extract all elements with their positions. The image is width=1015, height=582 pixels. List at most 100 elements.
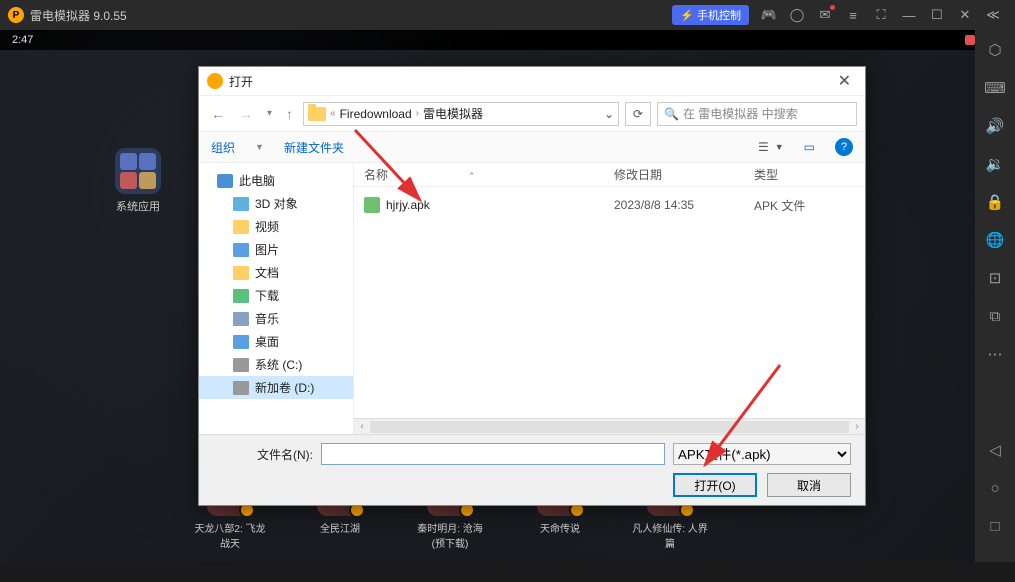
tree-label: 此电脑 bbox=[239, 172, 275, 189]
tree-node-4[interactable]: 文档 bbox=[199, 261, 353, 284]
green-icon bbox=[233, 289, 249, 303]
app-title: 雷电模拟器 9.0.55 bbox=[30, 7, 672, 24]
minimize-button[interactable]: — bbox=[895, 1, 923, 29]
nav-up-button[interactable]: ↑ bbox=[282, 106, 297, 122]
tree-node-3[interactable]: 图片 bbox=[199, 238, 353, 261]
col-date[interactable]: 修改日期 bbox=[614, 168, 662, 182]
disk-icon bbox=[233, 358, 249, 372]
cube-icon bbox=[233, 197, 249, 211]
scroll-right-icon[interactable]: › bbox=[849, 421, 865, 432]
user-icon[interactable]: ◯ bbox=[783, 1, 811, 29]
new-folder-button[interactable]: 新建文件夹 bbox=[284, 139, 344, 156]
tree-node-2[interactable]: 视频 bbox=[199, 215, 353, 238]
filename-input[interactable] bbox=[321, 443, 665, 465]
app-titlebar: P 雷电模拟器 9.0.55 ⚡ 手机控制 🎮 ◯ ✉ ≡ ⛶ — ☐ ✕ ≪ bbox=[0, 0, 1015, 30]
emulator-sidebar: ⬡ ⌨ 🔊 🔉 🔒 🌐 ⊡ ⧉ ⋯ ◁ ○ □ bbox=[975, 30, 1015, 562]
folder-tree: 此电脑 3D 对象视频图片文档下载音乐桌面系统 (C:) 新加卷 (D:) bbox=[199, 163, 354, 434]
search-field[interactable]: 🔍 在 雷电模拟器 中搜索 bbox=[657, 102, 857, 126]
organize-button[interactable]: 组织 bbox=[211, 139, 235, 156]
gamepad-icon[interactable]: 🎮 bbox=[755, 1, 783, 29]
file-date: 2023/8/8 14:35 bbox=[614, 198, 754, 212]
cancel-button[interactable]: 取消 bbox=[767, 473, 851, 497]
phone-control-label: 手机控制 bbox=[697, 7, 741, 23]
view-list-icon: ☰ bbox=[758, 140, 769, 154]
nav-back-button[interactable]: ← bbox=[207, 106, 229, 122]
dock-label: 秦时明月: 沧海 (预下载) bbox=[410, 520, 490, 550]
tree-node-6[interactable]: 音乐 bbox=[199, 307, 353, 330]
apk-file-icon bbox=[364, 197, 380, 213]
android-statusbar: 2:47 ▾ ◢ ▮ bbox=[0, 30, 1015, 50]
filename-label: 文件名(N): bbox=[213, 446, 313, 463]
help-button[interactable]: ? bbox=[835, 138, 853, 156]
tree-node-8[interactable]: 系统 (C:) bbox=[199, 353, 353, 376]
file-list: 名称 ⌃ 修改日期 类型 hjrjy.apk 2023/8/8 14:35 APK… bbox=[354, 163, 865, 434]
more-icon[interactable]: ⋯ bbox=[983, 342, 1007, 366]
recent-nav-icon[interactable]: □ bbox=[983, 514, 1007, 538]
tree-node-7[interactable]: 桌面 bbox=[199, 330, 353, 353]
blue-icon bbox=[233, 243, 249, 257]
dialog-title: 打开 bbox=[229, 73, 832, 90]
folder-icon bbox=[308, 107, 326, 121]
maximize-button[interactable]: ☐ bbox=[923, 1, 951, 29]
file-row[interactable]: hjrjy.apk 2023/8/8 14:35 APK 文件 bbox=[354, 193, 865, 217]
volume-up-icon[interactable]: 🔊 bbox=[983, 114, 1007, 138]
dialog-close-button[interactable]: ✕ bbox=[832, 71, 857, 91]
file-name: hjrjy.apk bbox=[386, 198, 430, 212]
col-name[interactable]: 名称 bbox=[364, 168, 388, 182]
address-bar[interactable]: « Firedownload › 雷电模拟器 ⌄ bbox=[303, 102, 619, 126]
fullscreen-icon[interactable]: ⛶ bbox=[867, 1, 895, 29]
home-nav-icon[interactable]: ○ bbox=[983, 476, 1007, 500]
sort-asc-icon: ⌃ bbox=[468, 171, 476, 181]
record-icon[interactable]: ⧉ bbox=[983, 304, 1007, 328]
path-segment[interactable]: 雷电模拟器 bbox=[423, 105, 483, 122]
mail-icon[interactable]: ✉ bbox=[811, 1, 839, 29]
view-options[interactable]: ☰ ▼ bbox=[758, 140, 784, 154]
open-button[interactable]: 打开(O) bbox=[673, 473, 757, 497]
phone-control-button[interactable]: ⚡ 手机控制 bbox=[672, 5, 749, 25]
tree-node-0[interactable]: 此电脑 bbox=[199, 169, 353, 192]
nav-forward-button[interactable]: → bbox=[235, 106, 257, 122]
system-folder-icon bbox=[115, 148, 161, 194]
desktop-app-system[interactable]: 系统应用 bbox=[108, 148, 168, 214]
dock-label: 凡人修仙传: 人界篇 bbox=[630, 520, 710, 550]
tree-label: 文档 bbox=[255, 264, 279, 281]
note-icon bbox=[233, 312, 249, 326]
tree-node-1[interactable]: 3D 对象 bbox=[199, 192, 353, 215]
chevron-down-icon: ▼ bbox=[255, 142, 264, 152]
globe-icon[interactable]: 🌐 bbox=[983, 228, 1007, 252]
dock-label: 全民江湖 bbox=[300, 520, 380, 535]
horizontal-scrollbar[interactable]: ‹ › bbox=[354, 418, 865, 434]
recording-indicator-icon bbox=[965, 35, 975, 45]
dialog-navbar: ← → ▾ ↑ « Firedownload › 雷电模拟器 ⌄ ⟳ 🔍 在 雷… bbox=[199, 95, 865, 131]
collapse-sidebar-icon[interactable]: ≪ bbox=[979, 1, 1007, 29]
nav-recent-dropdown[interactable]: ▾ bbox=[263, 108, 276, 119]
preview-pane-icon[interactable]: ▭ bbox=[804, 140, 815, 154]
col-type[interactable]: 类型 bbox=[754, 168, 778, 182]
tree-label: 下载 bbox=[255, 287, 279, 304]
filetype-filter[interactable]: APK文件(*.apk) bbox=[673, 443, 851, 465]
tree-label: 新加卷 (D:) bbox=[255, 379, 314, 396]
path-segment[interactable]: Firedownload bbox=[340, 107, 412, 121]
file-open-dialog: 打开 ✕ ← → ▾ ↑ « Firedownload › 雷电模拟器 ⌄ ⟳ … bbox=[198, 66, 866, 506]
keyboard-icon[interactable]: ⌨ bbox=[983, 76, 1007, 100]
tree-label: 桌面 bbox=[255, 333, 279, 350]
fld-icon bbox=[233, 266, 249, 280]
system-app-label: 系统应用 bbox=[108, 198, 168, 214]
tree-label: 图片 bbox=[255, 241, 279, 258]
back-nav-icon[interactable]: ◁ bbox=[983, 438, 1007, 462]
tree-label: 系统 (C:) bbox=[255, 356, 302, 373]
status-time: 2:47 bbox=[12, 34, 961, 46]
settings-hex-icon[interactable]: ⬡ bbox=[983, 38, 1007, 62]
tree-node-5[interactable]: 下载 bbox=[199, 284, 353, 307]
refresh-button[interactable]: ⟳ bbox=[625, 102, 651, 126]
screenshot-icon[interactable]: ⊡ bbox=[983, 266, 1007, 290]
tree-label: 3D 对象 bbox=[255, 195, 298, 212]
menu-icon[interactable]: ≡ bbox=[839, 1, 867, 29]
volume-down-icon[interactable]: 🔉 bbox=[983, 152, 1007, 176]
scroll-left-icon[interactable]: ‹ bbox=[354, 421, 370, 432]
pc-icon bbox=[217, 174, 233, 188]
path-dropdown-icon[interactable]: ⌄ bbox=[604, 107, 614, 121]
close-button[interactable]: ✕ bbox=[951, 1, 979, 29]
tree-node-9[interactable]: 新加卷 (D:) bbox=[199, 376, 353, 399]
lock-icon[interactable]: 🔒 bbox=[983, 190, 1007, 214]
